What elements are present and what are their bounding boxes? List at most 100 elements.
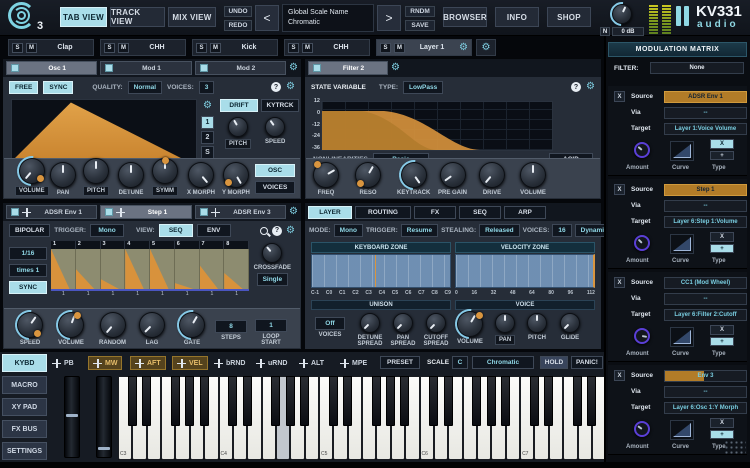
piano-black-key[interactable] — [530, 376, 539, 426]
source-value[interactable]: Step 1 — [664, 184, 747, 196]
help-icon[interactable]: ? — [271, 82, 281, 92]
osc-symm-knob[interactable] — [152, 158, 178, 184]
crossfade-knob[interactable] — [262, 243, 282, 263]
matrix-filter-value[interactable]: None — [650, 62, 744, 74]
settings-button[interactable]: SETTINGS — [2, 442, 47, 460]
panic-button[interactable]: PANIC! — [571, 356, 603, 369]
osc1-enable-checkbox[interactable] — [11, 64, 19, 72]
solo-button[interactable]: S — [288, 43, 299, 53]
piano-black-key[interactable] — [185, 376, 194, 426]
piano-keyboard[interactable]: C3C4C5C6C7 — [118, 376, 606, 460]
tab-filter2[interactable]: Filter 2 — [308, 61, 388, 75]
target-value[interactable]: Layer 6:Osc 1:Y Morph — [664, 402, 747, 414]
track-tab-chh2[interactable]: S M CHH — [284, 39, 370, 56]
resize-grip[interactable] — [724, 440, 746, 456]
velocity-zone-display[interactable] — [455, 254, 595, 288]
env-tabs-gear-icon[interactable]: ⚙ — [289, 207, 298, 217]
env-trigger-value[interactable]: Mono — [90, 224, 124, 237]
tab-seq[interactable]: SEQ — [459, 206, 501, 219]
tab-adsr-env3[interactable]: ADSR Env 3 — [195, 205, 286, 219]
type-plus-button[interactable]: + — [710, 151, 734, 160]
filter-volume-knob[interactable] — [520, 162, 546, 188]
amount-knob[interactable] — [634, 421, 650, 437]
piano-black-key[interactable] — [200, 376, 209, 426]
via-value[interactable]: -- — [664, 200, 747, 212]
mute-button[interactable]: M — [210, 43, 221, 53]
osc-pan-knob[interactable] — [50, 162, 76, 188]
piano-black-key[interactable] — [472, 376, 481, 426]
tab-view-button[interactable]: TAB VIEW — [60, 7, 107, 27]
piano-black-key[interactable] — [444, 376, 453, 426]
wave-gear-icon[interactable]: ⚙ — [203, 101, 212, 111]
filter-drive-knob[interactable] — [479, 162, 505, 188]
track-view-button[interactable]: TRACK VIEW — [110, 7, 165, 27]
help-icon[interactable]: ? — [272, 226, 282, 236]
undo-button[interactable]: UNDO — [224, 6, 252, 17]
randomize-button[interactable]: RNDM — [405, 6, 435, 17]
master-db-value[interactable]: 0 dB — [612, 27, 644, 36]
env-view-button[interactable]: ENV — [197, 224, 231, 237]
osc-ymorph-knob[interactable] — [223, 162, 249, 188]
tab-arp[interactable]: ARP — [504, 206, 546, 219]
amount-knob[interactable] — [634, 235, 650, 251]
drift-button[interactable]: DRIFT — [220, 99, 258, 112]
mute-button[interactable]: M — [302, 43, 313, 53]
via-value[interactable]: -- — [664, 386, 747, 398]
track-tab-clap[interactable]: S M Clap — [8, 39, 94, 56]
mute-button[interactable]: M — [118, 43, 129, 53]
tab-layer[interactable]: LAYER — [308, 206, 352, 219]
curve-display[interactable] — [670, 234, 694, 254]
brnd-control[interactable]: bRND — [214, 356, 245, 370]
mix-view-button[interactable]: MIX VIEW — [168, 7, 216, 27]
unison-voices-value[interactable]: Off — [315, 317, 345, 330]
track-tab-kick[interactable]: S M Kick — [192, 39, 278, 56]
osc-xmorph-knob[interactable] — [188, 162, 214, 188]
filter-keytrack-knob[interactable] — [401, 162, 427, 188]
solo-button[interactable]: S — [380, 43, 391, 53]
step-cell[interactable] — [150, 249, 175, 289]
track-tab-layer1[interactable]: S M Layer 1 ⚙ — [376, 39, 472, 56]
osc-volume-knob[interactable] — [19, 158, 45, 184]
sync-button[interactable]: SYNC — [43, 81, 73, 94]
osc-voices-value[interactable]: 3 — [199, 81, 215, 94]
type-x-button[interactable]: X — [710, 139, 734, 149]
master-volume-knob[interactable] — [612, 4, 632, 24]
kybd-button[interactable]: KYBD — [2, 354, 47, 372]
free-button[interactable]: FREE — [9, 81, 38, 94]
step-sequencer-display[interactable]: 12345678 11111111 — [51, 241, 249, 299]
zoom-icon[interactable] — [260, 227, 268, 235]
times-value[interactable]: times 1 — [9, 264, 47, 277]
layer-settings-gear-icon[interactable]: ⚙ — [459, 43, 468, 53]
piano-black-key[interactable] — [372, 376, 381, 426]
help-icon[interactable]: ? — [571, 82, 581, 92]
source-value[interactable]: Env 3 — [664, 370, 747, 382]
voice-pitch-knob[interactable] — [527, 313, 547, 333]
wave-slot-2-button[interactable]: 2 — [201, 131, 214, 144]
wave-slot-1-button[interactable]: 1 — [201, 116, 214, 129]
kytrck-button[interactable]: KYTRCK — [261, 99, 299, 112]
mw-control[interactable]: MW — [88, 356, 122, 370]
step1-enable-checkbox[interactable] — [105, 208, 113, 216]
osc-tabs-gear-icon[interactable]: ⚙ — [289, 63, 298, 73]
curve-display[interactable] — [670, 420, 694, 440]
type-plus-button[interactable]: + — [710, 244, 734, 253]
mpe-control[interactable]: MPE — [340, 356, 367, 370]
env-gear-icon[interactable]: ⚙ — [286, 226, 295, 236]
save-button[interactable]: SAVE — [405, 20, 435, 31]
env3-enable-checkbox[interactable] — [200, 208, 208, 216]
amount-knob[interactable] — [634, 142, 650, 158]
xy-pad-button[interactable]: XY PAD — [2, 398, 47, 416]
filter-tabs-gear-icon[interactable]: ⚙ — [391, 63, 400, 73]
target-value[interactable]: Layer 1:Voice Volume — [664, 123, 747, 135]
gear-icon[interactable]: ⚙ — [482, 43, 491, 53]
piano-black-key[interactable] — [487, 376, 496, 426]
step-cell[interactable] — [125, 249, 150, 289]
step-lag-knob[interactable] — [139, 312, 165, 338]
move-icon[interactable] — [211, 208, 220, 217]
tab-step1[interactable]: Step 1 — [100, 205, 191, 219]
pan-spread-knob[interactable] — [393, 313, 413, 333]
type-x-button[interactable]: X — [710, 232, 734, 242]
env1-enable-checkbox[interactable] — [11, 208, 19, 216]
curve-display[interactable] — [670, 141, 694, 161]
osc-gear-icon[interactable]: ⚙ — [286, 82, 295, 92]
